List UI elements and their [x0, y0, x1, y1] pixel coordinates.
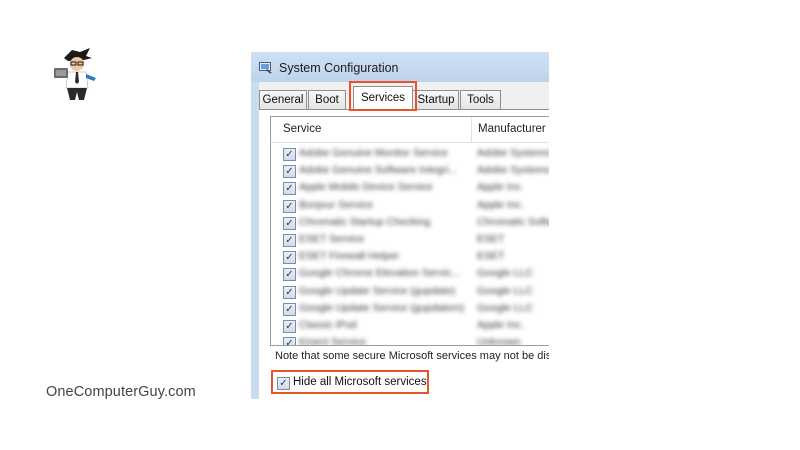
- service-manufacturer: Apple Inc.: [477, 181, 524, 194]
- column-header-service[interactable]: Service: [283, 123, 321, 135]
- service-checkbox[interactable]: ✓: [283, 199, 296, 213]
- service-row[interactable]: ✓ Google Chrome Elevation Servic... Google…: [271, 266, 549, 283]
- computer-guy-mascot-icon: [46, 44, 106, 104]
- service-manufacturer: Chromatic Software: [477, 215, 549, 228]
- tab-boot[interactable]: Boot: [308, 90, 346, 109]
- service-checkbox[interactable]: ✓: [283, 268, 296, 282]
- service-checkbox[interactable]: ✓: [283, 251, 296, 265]
- service-manufacturer: Apple Inc.: [477, 198, 524, 211]
- service-row[interactable]: ✓ Google Update Service (gupdate) Google L…: [271, 284, 549, 301]
- service-checkbox[interactable]: ✓: [283, 216, 296, 230]
- service-manufacturer: ESET: [477, 250, 505, 263]
- service-manufacturer: Google LLC: [477, 301, 534, 314]
- service-checkbox[interactable]: ✓: [283, 148, 296, 161]
- service-name: Google Chrome Elevation Servic...: [299, 267, 461, 280]
- service-manufacturer: Google LLC: [477, 267, 534, 280]
- column-divider[interactable]: [471, 117, 472, 142]
- service-checkbox[interactable]: ✓: [283, 337, 296, 345]
- service-checkbox[interactable]: ✓: [283, 234, 296, 247]
- list-header: Service Manufacturer: [271, 117, 549, 143]
- service-name: Adobe Genuine Software Integri...: [299, 164, 458, 177]
- service-row[interactable]: ✓ Chromatic Startup Checking Chromatic Sof…: [271, 215, 549, 232]
- service-checkbox[interactable]: ✓: [283, 320, 296, 333]
- service-name: ESET Firewall Helper: [299, 250, 400, 263]
- service-row[interactable]: ✓ Apple Mobile Device Service Apple Inc.: [271, 180, 549, 197]
- column-header-manufacturer[interactable]: Manufacturer: [478, 123, 546, 135]
- service-row[interactable]: ✓ Bonjour Service Apple Inc.: [271, 198, 549, 215]
- window-title: System Configuration: [279, 61, 399, 75]
- service-manufacturer: Google LLC: [477, 284, 534, 297]
- service-manufacturer: ESET: [477, 233, 505, 245]
- tab-tools[interactable]: Tools: [460, 90, 501, 109]
- service-row[interactable]: ✓ Classic iPod Apple Inc.: [271, 318, 549, 335]
- services-list[interactable]: Service Manufacturer ✓ Adobe Genuine Moni…: [270, 116, 549, 346]
- service-checkbox[interactable]: ✓: [283, 182, 296, 196]
- service-row[interactable]: ✓ ESET Service ESET: [271, 232, 549, 249]
- service-manufacturer: Adobe Systems: [477, 147, 549, 159]
- service-row[interactable]: ✓ Google Update Service (gupdatem) Google …: [271, 301, 549, 318]
- service-name: ESET Service: [299, 233, 365, 245]
- service-name: Google Update Service (gupdatem): [299, 301, 465, 314]
- service-name: Kinect Service: [299, 336, 367, 346]
- service-name: Classic iPod: [299, 319, 357, 331]
- hide-microsoft-services-highlight: [271, 370, 429, 394]
- service-row[interactable]: ✓ Kinect Service Unknown: [271, 335, 549, 346]
- service-row[interactable]: ✓ Adobe Genuine Monitor Service Adobe Syst…: [271, 146, 549, 163]
- service-row[interactable]: ✓ ESET Firewall Helper ESET: [271, 249, 549, 266]
- service-name: Bonjour Service: [299, 198, 374, 211]
- msconfig-icon: [259, 61, 273, 74]
- services-tab-highlight: [349, 81, 417, 111]
- title-bar: System Configuration: [251, 52, 549, 82]
- service-checkbox[interactable]: ✓: [283, 165, 296, 179]
- tab-general[interactable]: General: [259, 90, 307, 109]
- service-name: Chromatic Startup Checking: [299, 215, 431, 228]
- service-manufacturer: Apple Inc.: [477, 319, 524, 331]
- service-manufacturer: Unknown: [477, 336, 521, 346]
- service-name: Google Update Service (gupdate): [299, 284, 456, 297]
- service-checkbox[interactable]: ✓: [283, 302, 296, 316]
- service-manufacturer: Adobe Systems: [477, 164, 549, 177]
- system-configuration-window: System Configuration General Boot Servic…: [251, 52, 549, 399]
- service-row[interactable]: ✓ Adobe Genuine Software Integri... Adobe …: [271, 163, 549, 180]
- service-name: Adobe Genuine Monitor Service: [299, 147, 448, 159]
- site-watermark: OneComputerGuy.com: [46, 384, 196, 400]
- microsoft-services-note: Note that some secure Microsoft services…: [275, 350, 549, 362]
- service-checkbox[interactable]: ✓: [283, 285, 296, 299]
- service-name: Apple Mobile Device Service: [299, 181, 433, 194]
